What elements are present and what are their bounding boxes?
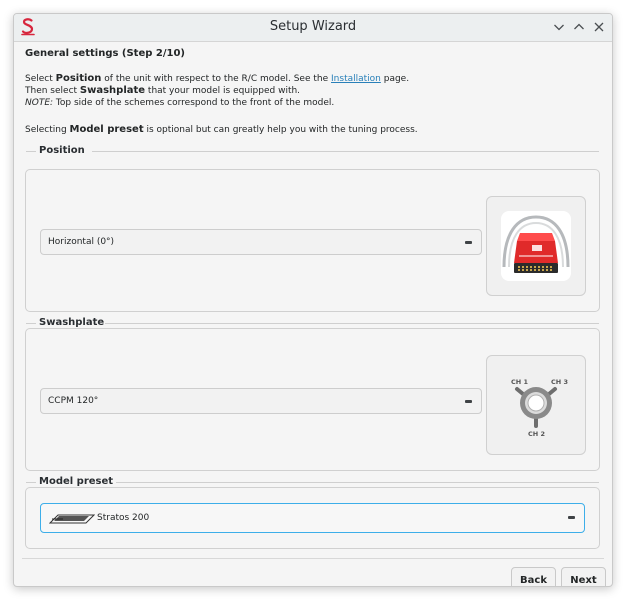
group-divider — [92, 151, 599, 152]
swashplate-diagram: CH 1 CH 3 CH 2 — [511, 378, 568, 438]
position-selected-value: Horizontal (0°) — [48, 237, 115, 247]
stratos-logo-icon — [49, 514, 95, 524]
instruction-line-1: Select Position of the unit with respect… — [25, 73, 410, 84]
next-button[interactable]: Next — [561, 567, 606, 586]
position-select[interactable]: Horizontal (0°) — [40, 229, 482, 255]
swashplate-group: CCPM 120° CH 1 CH 3 CH 2 — [25, 328, 600, 471]
page-heading: General settings (Step 2/10) — [25, 48, 185, 59]
position-group-title: Position — [39, 145, 85, 156]
position-group: Horizontal (0°) — [25, 169, 600, 312]
chevron-up-icon[interactable] — [571, 19, 587, 35]
group-divider — [116, 482, 599, 483]
close-icon[interactable] — [591, 19, 607, 35]
instruction-line-4: Selecting Model preset is optional but c… — [25, 124, 418, 135]
dropdown-arrow-icon — [465, 400, 472, 403]
group-divider — [26, 323, 36, 324]
position-preview — [486, 196, 586, 296]
swashplate-selected-value: CCPM 120° — [48, 396, 99, 406]
installation-link[interactable]: Installation — [331, 74, 381, 84]
model-preset-select[interactable]: Stratos 200 — [40, 503, 585, 533]
group-divider — [105, 323, 599, 324]
window-title: Setup Wizard — [269, 19, 357, 34]
preset-group: Stratos 200 — [25, 487, 600, 549]
dropdown-arrow-icon — [465, 241, 472, 244]
dropdown-arrow-icon — [568, 516, 575, 519]
preset-selected-value: Stratos 200 — [97, 513, 150, 523]
instruction-note: NOTE: Top side of the schemes correspond… — [25, 98, 335, 108]
swashplate-group-title: Swashplate — [39, 317, 105, 328]
ch1-label: CH 1 — [511, 378, 528, 386]
swashplate-select[interactable]: CCPM 120° — [40, 388, 482, 414]
back-button[interactable]: Back — [511, 567, 556, 586]
flight-controller-image — [501, 211, 571, 281]
group-divider — [26, 482, 36, 483]
chevron-down-icon[interactable] — [551, 19, 567, 35]
footer-divider — [22, 558, 604, 559]
ch3-label: CH 3 — [551, 378, 568, 386]
preset-group-title: Model preset — [39, 476, 114, 487]
swashplate-preview: CH 1 CH 3 CH 2 — [486, 355, 586, 455]
ch2-label: CH 2 — [528, 430, 545, 438]
title-bar: Setup Wizard — [14, 14, 612, 42]
group-divider — [26, 151, 36, 152]
instruction-line-2: Then select Swashplate that your model i… — [25, 85, 301, 96]
setup-wizard-window: Setup Wizard General settings (Step 2/10… — [13, 13, 613, 587]
